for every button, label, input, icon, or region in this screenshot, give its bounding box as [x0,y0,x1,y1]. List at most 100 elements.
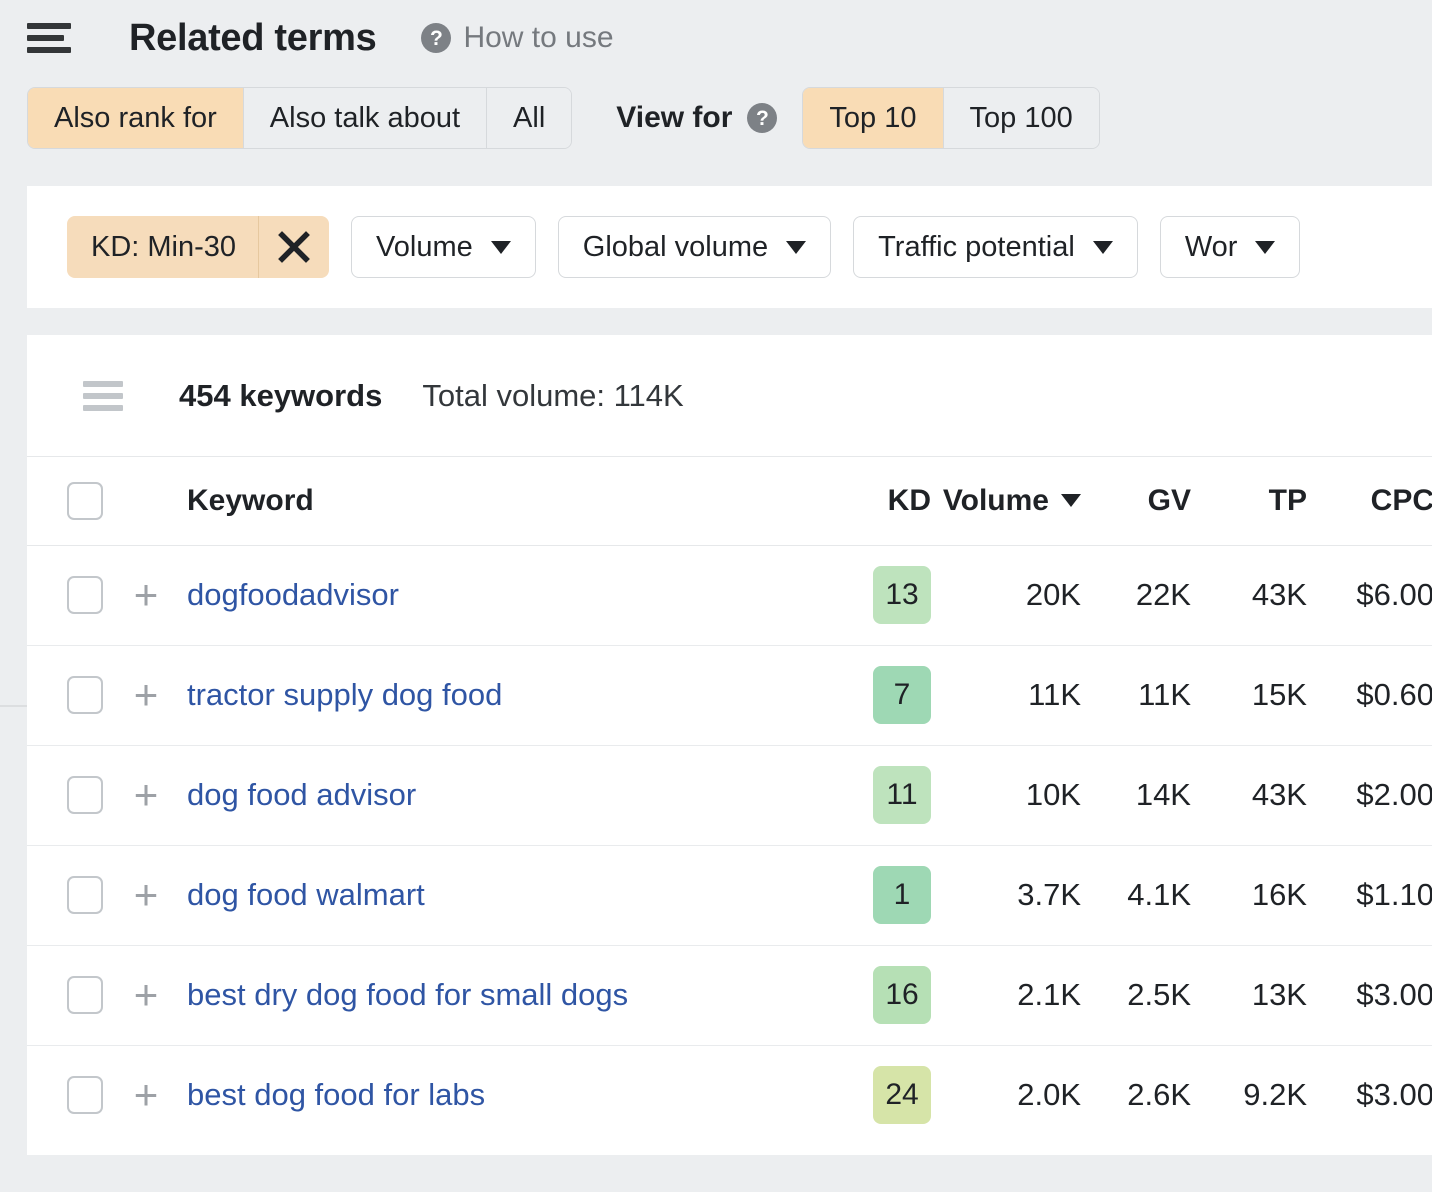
kd-badge: 7 [873,666,931,724]
row-gv-cell: 22K [1081,545,1191,645]
keyword-link[interactable]: tractor supply dog food [187,677,502,712]
relation-type-tabs: Also rank for Also talk about All [27,87,572,149]
keywords-table: Keyword KD Volume GV TP [27,457,1432,1145]
row-expand-cell: + [129,545,187,645]
row-gv-cell: 2.6K [1081,1045,1191,1145]
keyword-link[interactable]: dogfoodadvisor [187,577,399,612]
checkbox-unchecked-icon[interactable] [67,776,103,814]
filter-volume-label: Volume [376,231,473,264]
row-kd-cell: 1 [827,845,931,945]
table-header-row: Keyword KD Volume GV TP [27,457,1432,545]
row-kd-cell: 24 [827,1045,931,1145]
row-select-cell [27,545,129,645]
table-body: +dogfoodadvisor1320K22K43K$6.00+tractor … [27,545,1432,1145]
row-keyword-cell: dog food advisor [187,745,827,845]
column-header-kd[interactable]: KD [827,457,931,545]
hamburger-bar [27,47,71,53]
row-volume-cell: 2.1K [931,945,1081,1045]
keywords-panel: 454 keywords Total volume: 114K Keyword … [27,335,1432,1155]
checkbox-unchecked-icon[interactable] [67,676,103,714]
table-row: +best dog food for labs242.0K2.6K9.2K$3.… [27,1045,1432,1145]
filter-traffic-potential-label: Traffic potential [878,231,1075,264]
keyword-link[interactable]: dog food advisor [187,777,416,812]
filter-bar: KD: Min-30 Volume Global volume Traffic … [27,186,1432,308]
tab-top-10[interactable]: Top 10 [803,88,943,148]
column-header-keyword[interactable]: Keyword [187,457,827,545]
list-line [83,381,123,387]
row-select-cell [27,645,129,745]
plus-icon[interactable]: + [129,774,163,816]
row-gv-cell: 4.1K [1081,845,1191,945]
checkbox-unchecked-icon[interactable] [67,976,103,1014]
hamburger-bar [27,35,64,41]
row-keyword-cell: tractor supply dog food [187,645,827,745]
row-expand-cell: + [129,645,187,745]
row-keyword-cell: best dog food for labs [187,1045,827,1145]
chevron-down-icon [491,241,511,254]
filter-global-volume[interactable]: Global volume [558,216,831,278]
checkbox-unchecked-icon[interactable] [67,482,103,520]
column-header-cpc[interactable]: CPC [1307,457,1432,545]
checkbox-unchecked-icon[interactable] [67,876,103,914]
row-select-cell [27,745,129,845]
kd-badge: 16 [873,966,931,1024]
kd-badge: 13 [873,566,931,624]
row-tp-cell: 16K [1191,845,1307,945]
app-page: Related terms ? How to use Also rank for… [0,0,1432,1192]
table-row: +dog food advisor1110K14K43K$2.00 [27,745,1432,845]
row-cpc-cell: $3.00 [1307,945,1432,1045]
row-expand-cell: + [129,1045,187,1145]
tab-all[interactable]: All [487,88,571,148]
keyword-link[interactable]: best dog food for labs [187,1077,485,1112]
how-to-use-link[interactable]: ? How to use [421,21,613,55]
kd-badge: 11 [873,766,931,824]
row-kd-cell: 16 [827,945,931,1045]
row-tp-cell: 43K [1191,745,1307,845]
row-volume-cell: 11K [931,645,1081,745]
column-header-volume[interactable]: Volume [931,457,1081,545]
plus-icon[interactable]: + [129,974,163,1016]
plus-icon[interactable]: + [129,574,163,616]
expand-column-header [129,457,187,545]
filter-traffic-potential[interactable]: Traffic potential [853,216,1138,278]
active-filter-label[interactable]: KD: Min-30 [67,216,259,278]
plus-icon[interactable]: + [129,874,163,916]
list-line [83,393,123,399]
question-circle-icon: ? [421,23,451,53]
list-lines-icon[interactable] [83,381,123,411]
row-cpc-cell: $6.00 [1307,545,1432,645]
column-header-volume-label: Volume [943,484,1049,518]
checkbox-unchecked-icon[interactable] [67,576,103,614]
filter-volume[interactable]: Volume [351,216,536,278]
active-filter-chip-kd: KD: Min-30 [67,216,329,278]
table-row: +best dry dog food for small dogs162.1K2… [27,945,1432,1045]
sort-desc-caret-icon [1061,494,1081,507]
row-keyword-cell: dogfoodadvisor [187,545,827,645]
row-expand-cell: + [129,845,187,945]
page-header: Related terms ? How to use [0,0,1432,76]
close-x-icon[interactable] [259,216,329,278]
row-select-cell [27,945,129,1045]
filter-word-count[interactable]: Wor [1160,216,1301,278]
hamburger-icon[interactable] [27,21,71,55]
view-for-question-circle-icon[interactable]: ? [747,103,777,133]
kd-badge: 24 [873,1066,931,1124]
keyword-link[interactable]: dog food walmart [187,877,425,912]
tab-top-100[interactable]: Top 100 [944,88,1099,148]
row-volume-cell: 10K [931,745,1081,845]
how-to-use-label: How to use [463,21,613,55]
table-row: +dog food walmart13.7K4.1K16K$1.10 [27,845,1432,945]
chevron-down-icon [1093,241,1113,254]
hamburger-bar [27,23,71,29]
plus-icon[interactable]: + [129,674,163,716]
keyword-link[interactable]: best dry dog food for small dogs [187,977,628,1012]
row-gv-cell: 14K [1081,745,1191,845]
row-volume-cell: 2.0K [931,1045,1081,1145]
tab-also-talk-about[interactable]: Also talk about [244,88,487,148]
checkbox-unchecked-icon[interactable] [67,1076,103,1114]
tab-also-rank-for[interactable]: Also rank for [28,88,244,148]
row-keyword-cell: best dry dog food for small dogs [187,945,827,1045]
column-header-tp[interactable]: TP [1191,457,1307,545]
column-header-gv[interactable]: GV [1081,457,1191,545]
plus-icon[interactable]: + [129,1074,163,1116]
